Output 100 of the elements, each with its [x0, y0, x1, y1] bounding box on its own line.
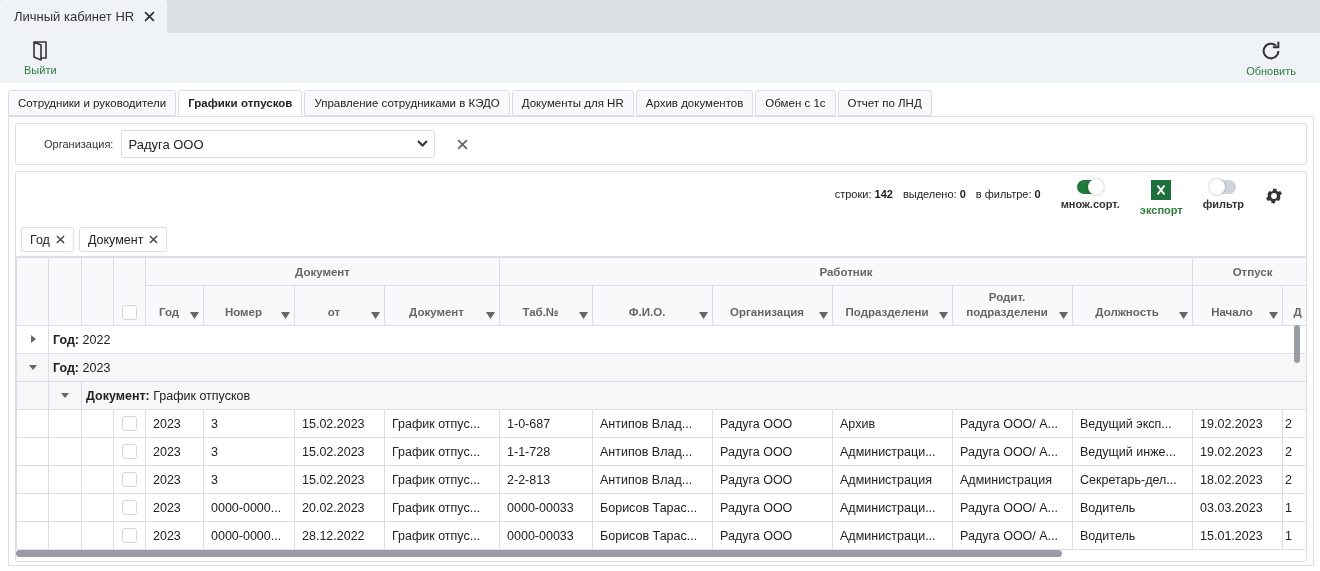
vertical-scrollbar[interactable] — [1294, 325, 1300, 363]
table-cell: 15.02.2023 — [302, 416, 365, 431]
switch-label: фильтр — [1202, 198, 1244, 210]
chevron-down-icon[interactable] — [417, 140, 429, 148]
sort-filter-icon[interactable] — [281, 311, 290, 320]
table-cell: 2023 — [153, 528, 181, 543]
sort-filter-icon[interactable] — [1059, 311, 1069, 320]
table-cell: Антипов Влад... — [600, 444, 693, 459]
multisort-switch[interactable] — [1077, 180, 1104, 194]
row-checkbox[interactable] — [122, 416, 137, 431]
table-cell: 03.03.2023 — [1200, 500, 1263, 515]
remove-icon[interactable] — [149, 235, 159, 244]
table-cell: 1-1-728 — [507, 444, 551, 459]
table-cell: 3 — [211, 472, 218, 487]
tab[interactable]: Архив документов — [635, 90, 754, 116]
column-group-header: Отпуск — [1192, 257, 1306, 286]
tab[interactable]: Управление сотрудниками в КЭДО — [304, 90, 510, 116]
table-cell: Радуга ООО/ А... — [960, 528, 1059, 543]
column-header[interactable]: от — [294, 285, 385, 326]
table-cell: 3 — [211, 444, 218, 459]
column-header[interactable]: Таб.№ — [499, 285, 593, 326]
sort-filter-icon[interactable] — [371, 311, 380, 320]
table-cell: Радуга ООО — [720, 500, 793, 515]
field-label: Организация: — [44, 138, 114, 150]
column-header[interactable]: Номер — [203, 285, 295, 326]
filter-switch[interactable] — [1210, 180, 1237, 194]
stat-text: в фильтре: 0 — [975, 188, 1041, 200]
table-cell: Борисов Тарас... — [600, 500, 698, 515]
column-header[interactable]: Год — [145, 285, 204, 326]
table-cell: 2023 — [153, 472, 181, 487]
horizontal-scrollbar[interactable] — [16, 550, 1062, 557]
table-cell: 2023 — [153, 500, 181, 515]
sort-filter-icon[interactable] — [1179, 311, 1189, 320]
column-header[interactable]: Подразделени — [832, 285, 953, 326]
row-checkbox[interactable] — [122, 444, 137, 459]
organization-select[interactable]: Радуга ООО — [121, 130, 436, 158]
settings-icon[interactable] — [1264, 186, 1284, 206]
tab[interactable]: Сотрудники и руководители — [8, 90, 177, 116]
table-cell: 0000-0000... — [211, 528, 282, 543]
table-cell: Администраци... — [840, 444, 936, 459]
app-tab[interactable]: Личный кабинет HR — [0, 0, 168, 33]
group-row-label[interactable]: Год: 2022 — [53, 332, 111, 347]
table-cell: 1 — [1285, 500, 1292, 515]
table-cell: 0000-00033 — [507, 528, 574, 543]
refresh-button[interactable]: Обновить — [1246, 39, 1296, 77]
table-cell: 2023 — [153, 444, 181, 459]
table-cell: 0000-00033 — [507, 500, 574, 515]
group-chip[interactable]: Год — [21, 227, 74, 252]
column-header[interactable]: Документ — [384, 285, 500, 326]
table-cell: 28.12.2022 — [302, 528, 365, 543]
column-group-header: Работник — [499, 257, 1193, 286]
tab[interactable]: Графики отпусков — [178, 90, 303, 116]
column-group-header: Документ — [145, 257, 500, 286]
close-icon[interactable] — [144, 11, 156, 22]
column-header[interactable]: Организация — [712, 285, 833, 326]
table-cell: 18.02.2023 — [1200, 472, 1263, 487]
table-cell: 1-0-687 — [507, 416, 551, 431]
table-cell: Радуга ООО/ А... — [960, 444, 1059, 459]
table-cell: 0000-0000... — [211, 500, 282, 515]
sort-filter-icon[interactable] — [1269, 311, 1279, 320]
spreadsheet-icon[interactable] — [1151, 180, 1172, 200]
table-cell: 2 — [1285, 416, 1292, 431]
row-checkbox[interactable] — [122, 472, 137, 487]
table-cell: График отпус... — [392, 528, 481, 543]
group-row-label[interactable]: Документ: График отпусков — [86, 388, 251, 403]
remove-icon[interactable] — [55, 235, 65, 244]
column-header[interactable]: Начало — [1192, 285, 1283, 326]
table-cell: График отпус... — [392, 472, 481, 487]
table-cell: Радуга ООО — [720, 416, 793, 431]
table-cell: График отпус... — [392, 500, 481, 515]
tab[interactable]: Обмен с 1с — [755, 90, 836, 116]
column-header[interactable]: Должность — [1072, 285, 1193, 326]
table-cell: Водитель — [1080, 500, 1136, 515]
group-row-label[interactable]: Год: 2023 — [53, 360, 111, 375]
sort-filter-icon[interactable] — [486, 311, 496, 320]
select-all-checkbox[interactable] — [122, 305, 137, 320]
column-header[interactable]: Ф.И.О. — [592, 285, 713, 326]
sort-filter-icon[interactable] — [699, 311, 709, 320]
table-cell: 15.02.2023 — [302, 444, 365, 459]
exit-button[interactable]: Выйти — [24, 40, 57, 76]
column-header[interactable]: Родит. подразделени — [952, 285, 1073, 326]
row-checkbox[interactable] — [122, 500, 137, 515]
table-cell: 2-2-813 — [507, 472, 551, 487]
sort-filter-icon[interactable] — [819, 311, 829, 320]
table-cell: 2 — [1285, 472, 1292, 487]
sort-filter-icon[interactable] — [190, 311, 199, 320]
export-label[interactable]: экспорт — [1139, 204, 1183, 216]
table-cell: Администрация — [960, 472, 1052, 487]
sort-filter-icon[interactable] — [939, 311, 949, 320]
door-icon[interactable] — [32, 40, 49, 61]
table-cell: График отпус... — [392, 444, 481, 459]
table-cell: 2 — [1285, 444, 1292, 459]
row-checkbox[interactable] — [122, 528, 137, 543]
table-cell: 20.02.2023 — [302, 500, 365, 515]
tab[interactable]: Документы для HR — [511, 90, 634, 116]
group-chip[interactable]: Документ — [78, 227, 168, 252]
table-cell: Администраци... — [840, 500, 936, 515]
clear-icon[interactable] — [457, 138, 469, 150]
tab[interactable]: Отчет по ЛНД — [837, 90, 932, 116]
sort-filter-icon[interactable] — [579, 311, 589, 320]
